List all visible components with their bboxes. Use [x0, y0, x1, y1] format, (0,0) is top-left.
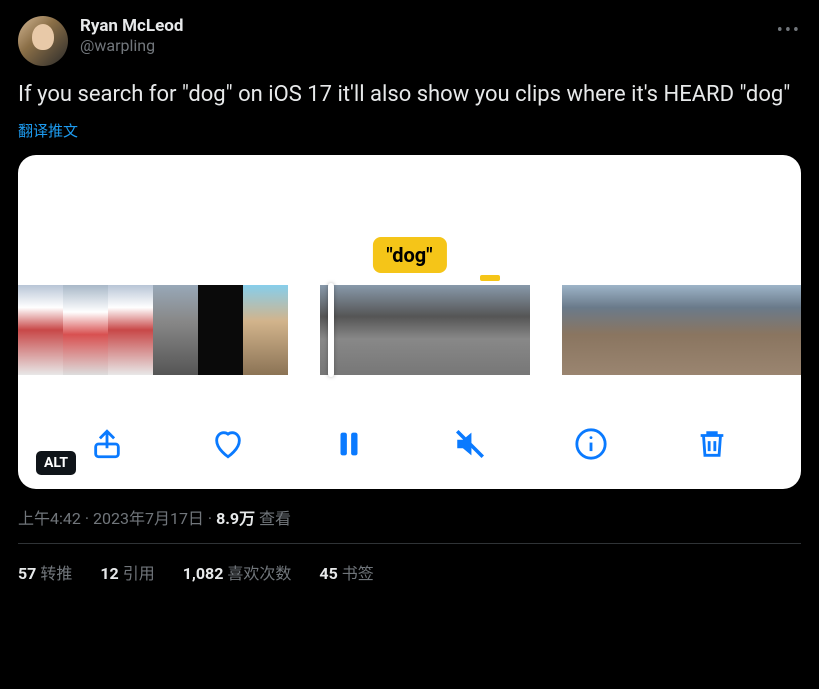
tweet-header: Ryan McLeod @warpling •••: [18, 16, 801, 66]
media-card[interactable]: "dog": [18, 155, 801, 489]
clip-frame: [18, 285, 63, 375]
user-block[interactable]: Ryan McLeod @warpling: [80, 16, 183, 55]
trash-icon[interactable]: [693, 425, 731, 463]
clip-frame: [243, 285, 288, 375]
meta-line[interactable]: 上午4:42 · 2023年7月17日 · 8.9万 查看: [18, 505, 801, 529]
clip-frame: [722, 285, 762, 375]
clip-frame: [108, 285, 153, 375]
stat-retweets[interactable]: 57转推: [18, 560, 72, 584]
avatar[interactable]: [18, 16, 68, 66]
views-label: 查看: [255, 509, 291, 528]
clip-frame: [562, 285, 602, 375]
clip-frame: [460, 285, 530, 375]
timeline-marker: [480, 275, 500, 281]
clip-frame: [682, 285, 722, 375]
stat-likes[interactable]: 1,082喜欢次数: [183, 560, 292, 584]
stat-quotes[interactable]: 12引用: [100, 560, 154, 584]
more-icon[interactable]: •••: [777, 20, 801, 41]
timestamp: 上午4:42: [18, 509, 81, 528]
views-count: 8.9万: [216, 509, 255, 528]
clip-frame: [63, 285, 108, 375]
info-icon[interactable]: [572, 425, 610, 463]
mute-icon[interactable]: [451, 425, 489, 463]
caption-bubble: "dog": [372, 237, 446, 273]
display-name: Ryan McLeod: [80, 16, 183, 36]
clip-group[interactable]: [320, 285, 530, 375]
clip-frame: [642, 285, 682, 375]
video-timeline[interactable]: [18, 285, 801, 375]
tweet-text: If you search for "dog" on iOS 17 it'll …: [18, 80, 801, 110]
clip-frame: [390, 285, 460, 375]
media-toolbar: [18, 425, 801, 463]
playhead[interactable]: [328, 283, 334, 377]
clip-group[interactable]: [562, 285, 801, 375]
tweet-container: Ryan McLeod @warpling ••• If you search …: [0, 0, 819, 600]
translate-link[interactable]: 翻译推文: [18, 120, 78, 141]
user-handle: @warpling: [80, 36, 183, 55]
clip-group[interactable]: [18, 285, 288, 375]
share-icon[interactable]: [88, 425, 126, 463]
alt-badge[interactable]: ALT: [36, 451, 76, 475]
clip-frame: [602, 285, 642, 375]
clip-frame: [198, 285, 243, 375]
stat-bookmarks[interactable]: 45书签: [319, 560, 373, 584]
clip-frame: [762, 285, 801, 375]
pause-icon[interactable]: [330, 425, 368, 463]
date: 2023年7月17日: [93, 509, 204, 528]
heart-icon[interactable]: [209, 425, 247, 463]
clip-frame: [153, 285, 198, 375]
stats-row: 57转推 12引用 1,082喜欢次数 45书签: [18, 544, 801, 584]
